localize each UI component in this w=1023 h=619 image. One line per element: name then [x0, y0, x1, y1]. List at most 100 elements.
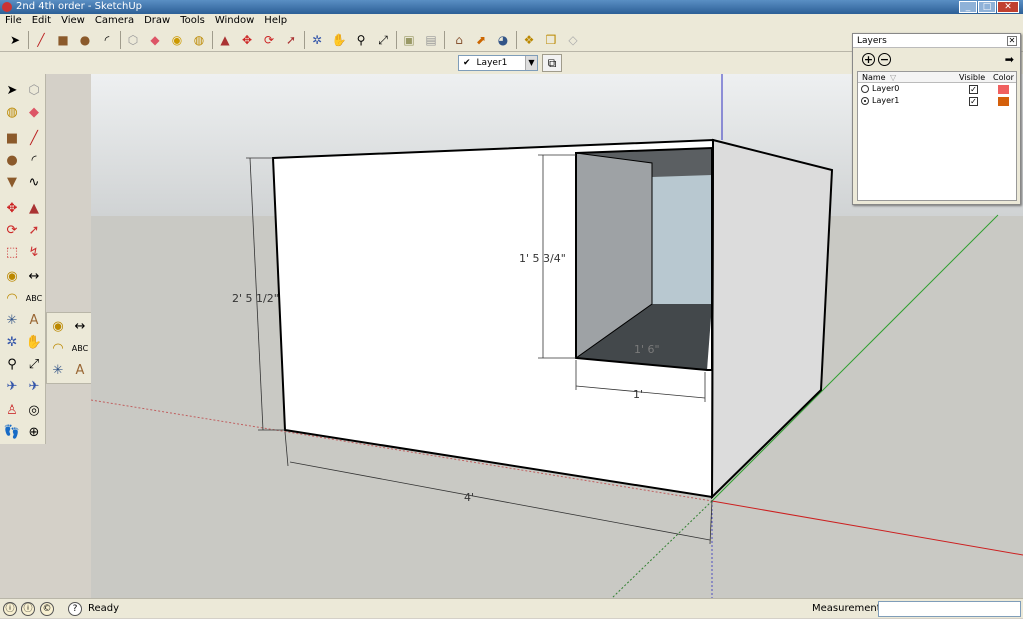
- previous-view-icon[interactable]: ▣: [400, 31, 418, 49]
- dimension-tool-icon[interactable]: ↔: [70, 316, 90, 336]
- delete-layer-icon[interactable]: −: [878, 53, 891, 66]
- menu-file[interactable]: File: [0, 14, 27, 28]
- text-tool-icon[interactable]: ABC: [24, 288, 44, 308]
- eraser-icon[interactable]: ◆: [146, 31, 164, 49]
- rotate-tool-icon[interactable]: ⟳: [260, 31, 278, 49]
- menu-draw[interactable]: Draw: [139, 14, 175, 28]
- zoom-window-icon[interactable]: ⤢: [24, 354, 44, 374]
- arc-tool-icon[interactable]: ◜: [24, 150, 44, 170]
- tape-measure-icon[interactable]: ◉: [48, 316, 68, 336]
- visible-checkbox[interactable]: ✓: [969, 97, 978, 106]
- user-icon[interactable]: ©: [40, 602, 54, 616]
- circle-tool-icon[interactable]: ●: [2, 150, 22, 170]
- push-pull-icon[interactable]: ▲: [216, 31, 234, 49]
- menu-window[interactable]: Window: [210, 14, 259, 28]
- layer-row[interactable]: Layer1 ✓: [858, 95, 1016, 107]
- add-layer-icon[interactable]: +: [862, 53, 875, 66]
- component-browser-icon[interactable]: ❖: [520, 31, 538, 49]
- component-tool-icon[interactable]: ⬡: [24, 80, 44, 100]
- select-tool-icon[interactable]: ➤: [2, 80, 22, 100]
- layer-color-swatch[interactable]: [998, 85, 1009, 94]
- follow-me-icon[interactable]: ➚: [282, 31, 300, 49]
- scale-tool-icon[interactable]: ⬚: [2, 242, 22, 262]
- menu-view[interactable]: View: [56, 14, 90, 28]
- rectangle-tool-icon[interactable]: ■: [2, 128, 22, 148]
- measurements-input[interactable]: [878, 601, 1021, 617]
- 3d-warehouse-icon[interactable]: ⌂: [450, 31, 468, 49]
- menu-tools[interactable]: Tools: [175, 14, 210, 28]
- section-plane-icon[interactable]: ⊕: [24, 422, 44, 442]
- menu-camera[interactable]: Camera: [90, 14, 139, 28]
- chevron-down-icon[interactable]: ▼: [525, 56, 537, 70]
- rotate-tool-icon[interactable]: ⟳: [2, 220, 22, 240]
- paint-bucket-icon[interactable]: ◍: [2, 102, 22, 122]
- select-tool-icon[interactable]: ➤: [6, 31, 24, 49]
- freehand-tool-icon[interactable]: ∿: [24, 172, 44, 192]
- 3d-text-tool-icon[interactable]: A: [24, 310, 44, 330]
- move-tool-icon[interactable]: ✥: [238, 31, 256, 49]
- arc-tool-icon[interactable]: ◜: [98, 31, 116, 49]
- interior-back-window: [652, 175, 712, 304]
- next-view-icon[interactable]: ▤: [422, 31, 440, 49]
- maximize-button[interactable]: □: [978, 1, 996, 13]
- close-button[interactable]: ✕: [997, 1, 1019, 13]
- active-layer-radio[interactable]: [861, 97, 869, 105]
- tape-measure-icon[interactable]: ◉: [2, 266, 22, 286]
- make-component-icon[interactable]: ⬡: [124, 31, 142, 49]
- offset-tool-icon[interactable]: ↯: [24, 242, 44, 262]
- materials-icon[interactable]: ❒: [542, 31, 560, 49]
- menu-help[interactable]: Help: [259, 14, 292, 28]
- line-tool-icon[interactable]: ╱: [32, 31, 50, 49]
- tape-measure-icon[interactable]: ◉: [168, 31, 186, 49]
- rectangle-tool-icon[interactable]: ■: [54, 31, 72, 49]
- walk-tool-icon[interactable]: 👣: [2, 422, 22, 442]
- status-bar: ⓘ ⓘ © ? Ready Measurements: [0, 598, 1023, 618]
- zoom-tool-icon[interactable]: ⚲: [352, 31, 370, 49]
- column-visible[interactable]: Visible: [959, 72, 985, 83]
- menu-edit[interactable]: Edit: [27, 14, 56, 28]
- dimension-tool-icon[interactable]: ↔: [24, 266, 44, 286]
- current-layer-select[interactable]: ✔ Layer1 ▼: [458, 55, 538, 71]
- minimize-button[interactable]: _: [959, 1, 977, 13]
- column-name[interactable]: Name: [862, 72, 886, 83]
- position-camera-icon[interactable]: ♙: [2, 400, 22, 420]
- axes-tool-icon[interactable]: ✳: [48, 360, 68, 380]
- credits-icon[interactable]: ⓘ: [21, 602, 35, 616]
- previous-view-icon[interactable]: ✈: [2, 376, 22, 396]
- orbit-tool-icon[interactable]: ✲: [308, 31, 326, 49]
- move-tool-icon[interactable]: ✥: [2, 198, 22, 218]
- 3d-text-tool-icon[interactable]: A: [70, 360, 90, 380]
- active-layer-radio[interactable]: [861, 85, 869, 93]
- layer-manager-icon[interactable]: ⧉: [542, 54, 562, 72]
- google-earth-icon[interactable]: ◕: [494, 31, 512, 49]
- line-tool-icon[interactable]: ╱: [24, 128, 44, 148]
- zoom-extents-icon[interactable]: ⤢: [374, 31, 392, 49]
- layers-panel-title: Layers: [853, 34, 1020, 48]
- visible-checkbox[interactable]: ✓: [969, 85, 978, 94]
- follow-me-icon[interactable]: ➚: [24, 220, 44, 240]
- layer-color-swatch[interactable]: [998, 97, 1009, 106]
- styles-icon[interactable]: ◇: [564, 31, 582, 49]
- zoom-tool-icon[interactable]: ⚲: [2, 354, 22, 374]
- circle-tool-icon[interactable]: ●: [76, 31, 94, 49]
- eraser-icon[interactable]: ◆: [24, 102, 44, 122]
- layer-row[interactable]: Layer0 ✓: [858, 83, 1016, 95]
- share-model-icon[interactable]: ⬈: [472, 31, 490, 49]
- paint-bucket-icon[interactable]: ◍: [190, 31, 208, 49]
- help-icon[interactable]: ?: [68, 602, 82, 616]
- text-tool-icon[interactable]: ABC: [70, 338, 90, 358]
- pan-tool-icon[interactable]: ✋: [330, 31, 348, 49]
- details-arrow-icon[interactable]: ➡: [1005, 53, 1014, 66]
- protractor-tool-icon[interactable]: ◠: [48, 338, 68, 358]
- polygon-tool-icon[interactable]: ▼: [2, 172, 22, 192]
- orbit-tool-icon[interactable]: ✲: [2, 332, 22, 352]
- geolocation-icon[interactable]: ⓘ: [3, 602, 17, 616]
- look-around-icon[interactable]: ◎: [24, 400, 44, 420]
- protractor-tool-icon[interactable]: ◠: [2, 288, 22, 308]
- zoom-extents-icon[interactable]: ✈: [24, 376, 44, 396]
- push-pull-icon[interactable]: ▲: [24, 198, 44, 218]
- pan-tool-icon[interactable]: ✋: [24, 332, 44, 352]
- axes-tool-icon[interactable]: ✳: [2, 310, 22, 330]
- column-color[interactable]: Color: [993, 72, 1014, 83]
- close-icon[interactable]: ✕: [1007, 36, 1017, 46]
